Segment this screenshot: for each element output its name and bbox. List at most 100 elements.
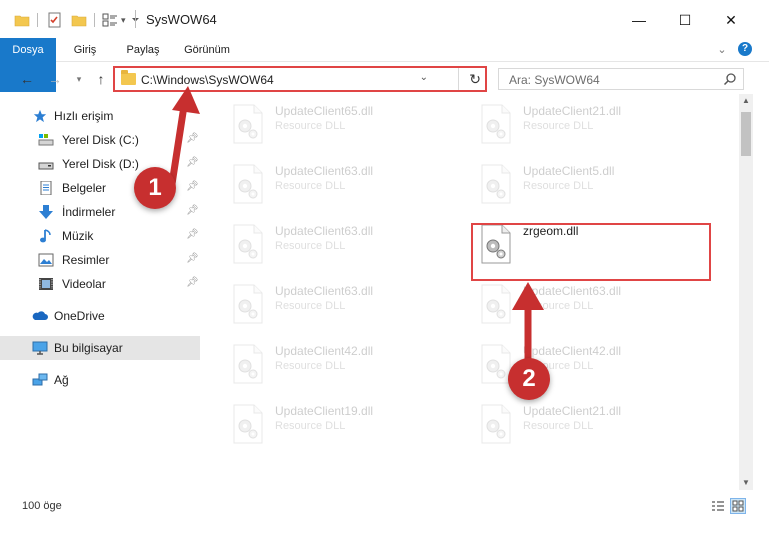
sidebar-item-label: Videolar [62, 277, 106, 291]
documents-icon [40, 181, 52, 195]
address-dropdown-icon[interactable]: ⌄ [420, 72, 428, 83]
file-type: Resource DLL [275, 240, 346, 252]
file-type: Resource DLL [275, 360, 346, 372]
back-icon[interactable]: ← [18, 70, 36, 88]
sidebar-item-this-pc[interactable]: Bu bilgisayar [0, 336, 200, 360]
file-item[interactable]: UpdateClient19.dll Resource DLL [229, 398, 459, 452]
file-item[interactable]: UpdateClient21.dll Resource DLL [477, 98, 707, 152]
dll-file-icon [481, 404, 511, 444]
file-type: Resource DLL [523, 420, 594, 432]
step-2-badge: 2 [508, 358, 550, 400]
pin-icon[interactable]: 📌︎ [186, 277, 199, 288]
file-type: Resource DLL [523, 180, 594, 192]
sidebar-item-pictures[interactable]: Resimler 📌︎ [0, 248, 200, 272]
downloads-icon [39, 205, 53, 219]
search-box[interactable]: Ara: SysWOW64 [498, 68, 744, 90]
sidebar-item-label: Yerel Disk (D:) [62, 157, 139, 171]
file-type: Resource DLL [275, 120, 346, 132]
step-1-badge: 1 [134, 167, 176, 209]
sidebar-item-videos[interactable]: Videolar 📌︎ [0, 272, 200, 296]
new-folder-icon[interactable] [71, 12, 87, 28]
file-item[interactable]: UpdateClient65.dll Resource DLL [229, 98, 459, 152]
pin-icon[interactable]: 📌︎ [186, 253, 199, 264]
dll-file-icon [233, 104, 263, 144]
toolbar-divider [37, 13, 45, 27]
file-type: Resource DLL [275, 420, 346, 432]
sidebar-item-label: Hızlı erişim [54, 109, 114, 123]
recent-locations-icon[interactable]: ▾ [70, 70, 88, 88]
large-icons-view-icon[interactable] [730, 498, 746, 514]
tab-home[interactable]: Giriş [60, 38, 110, 62]
vertical-scrollbar[interactable]: ▲ ▼ [739, 94, 753, 490]
dll-file-icon [481, 164, 511, 204]
scroll-up-icon[interactable]: ▲ [739, 94, 753, 108]
file-item[interactable]: UpdateClient5.dll Resource DLL [477, 158, 707, 212]
sidebar-item-label: Müzik [62, 229, 94, 243]
help-icon[interactable]: ? [738, 42, 752, 56]
sidebar-item-onedrive[interactable]: OneDrive [0, 304, 200, 328]
file-item[interactable]: UpdateClient42.dll Resource DLL [229, 338, 459, 392]
drive-icon [38, 162, 54, 170]
file-name: UpdateClient5.dll [523, 164, 615, 178]
status-bar: 100 öge [0, 494, 769, 518]
dll-file-icon [233, 404, 263, 444]
sidebar-item-music[interactable]: Müzik 📌︎ [0, 224, 200, 248]
close-button[interactable]: ✕ [708, 6, 754, 34]
sidebar-item-label: Belgeler [62, 181, 107, 195]
file-item[interactable]: UpdateClient21.dll Resource DLL [477, 398, 707, 452]
scroll-thumb[interactable] [741, 112, 751, 156]
file-item[interactable]: UpdateClient63.dll Resource DLL [229, 278, 459, 332]
sidebar-item-label: Ağ [54, 373, 69, 387]
file-type: Resource DLL [275, 300, 346, 312]
target-file-highlight [471, 223, 711, 281]
refresh-icon[interactable]: ↻ [469, 71, 481, 88]
item-count: 100 öge [22, 500, 62, 512]
file-item[interactable]: UpdateClient63.dll Resource DLL [229, 158, 459, 212]
folder-icon[interactable] [14, 12, 30, 28]
music-icon [40, 229, 51, 243]
window-title: SysWOW64 [146, 12, 217, 27]
ribbon: Dosya Giriş Paylaş Görünüm ⌄ ? [0, 38, 769, 92]
tab-view[interactable]: Görünüm [176, 38, 238, 62]
pin-icon[interactable]: 📌︎ [186, 205, 199, 216]
sidebar-item-network[interactable]: Ağ [0, 368, 200, 392]
customize-dropdown-icon[interactable]: ▾ [121, 15, 126, 26]
up-icon[interactable]: ↑ [92, 70, 110, 88]
file-name: UpdateClient21.dll [523, 404, 622, 418]
file-name: UpdateClient21.dll [523, 104, 622, 118]
file-list: UpdateClient65.dll Resource DLL UpdateClie… [205, 94, 739, 490]
minimize-button[interactable]: — [616, 6, 662, 34]
details-view-icon[interactable] [710, 498, 726, 514]
dll-file-icon [233, 344, 263, 384]
file-item[interactable]: UpdateClient63.dll Resource DLL [229, 218, 459, 272]
sidebar-item-label: Yerel Disk (C:) [62, 133, 139, 147]
file-name: UpdateClient63.dll [275, 164, 374, 178]
drive-icon [38, 134, 54, 146]
pin-icon[interactable]: 📌︎ [186, 229, 199, 240]
sidebar-item-label: İndirmeler [62, 205, 116, 219]
maximize-button[interactable]: ☐ [662, 6, 708, 34]
dll-file-icon [233, 284, 263, 324]
tab-share[interactable]: Paylaş [118, 38, 168, 62]
title-bar: ▾ ⏷ SysWOW64 — ☐ ✕ [0, 0, 769, 40]
scroll-down-icon[interactable]: ▼ [739, 476, 753, 490]
sidebar-item-label: Bu bilgisayar [54, 341, 123, 355]
properties-icon[interactable] [47, 12, 63, 28]
search-icon[interactable] [723, 72, 737, 86]
file-type: Resource DLL [275, 180, 346, 192]
address-row: ← → ▾ ↑ C:\Windows\SysWOW64 ⌄ ↻ Ara: Sys… [0, 62, 769, 94]
forward-icon[interactable]: → [46, 70, 64, 88]
search-placeholder[interactable]: Ara: SysWOW64 [509, 73, 600, 87]
videos-icon [39, 278, 53, 290]
folder-icon [121, 70, 136, 85]
toolbar-divider [94, 13, 102, 27]
view-options-icon[interactable] [102, 12, 118, 28]
cloud-icon [32, 311, 48, 320]
sidebar-item-downloads[interactable]: İndirmeler 📌︎ [0, 200, 200, 224]
quick-access-toolbar: ▾ ⏷ [14, 10, 140, 30]
ribbon-expand-icon[interactable]: ⌄ [712, 38, 732, 62]
computer-icon [32, 341, 48, 355]
file-type: Resource DLL [523, 120, 594, 132]
file-name: UpdateClient63.dll [275, 224, 374, 238]
file-name: UpdateClient19.dll [275, 404, 374, 418]
